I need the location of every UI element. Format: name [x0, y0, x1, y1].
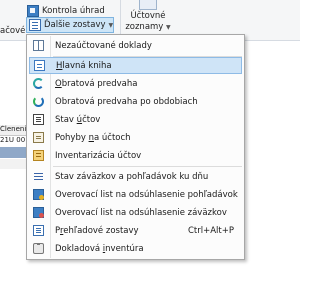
grid-header-cell: Členenie [0, 125, 28, 136]
uctovne-zoznamy-line2: zoznamy [125, 22, 164, 32]
kontrola-uhrad-button[interactable]: Kontrola úhrad [27, 3, 117, 18]
turnover-period-icon [33, 96, 44, 107]
menu-item-shortcut: Ctrl+Alt+P [187, 225, 234, 236]
menu-item-label: Stav záväzkov a pohľadávok ku dňu [55, 171, 209, 182]
menu-item-dokladova-inventura[interactable]: Dokladová inventúra [29, 240, 242, 257]
menu-item-label: Obratová predvaha [55, 78, 138, 89]
document-icon [33, 132, 44, 143]
menu-item-label: Nezaúčtované doklady [55, 40, 152, 51]
kontrola-uhrad-label: Kontrola úhrad [42, 5, 105, 16]
menu-item-obratova-predvaha[interactable]: Obratová predvaha [29, 75, 242, 92]
account-lists-icon [139, 0, 157, 10]
book-icon [33, 40, 44, 51]
ledger-icon [33, 114, 44, 125]
payment-check-icon [27, 4, 39, 17]
dalsie-zostavy-menu: Nezaúčtované doklady Hlavná kniha Obrato… [26, 34, 245, 260]
grid-row[interactable] [0, 159, 28, 169]
menu-item-stav-zavazkov-a-pohladavok[interactable]: Stav záväzkov a pohľadávok ku dňu [29, 168, 242, 185]
menu-item-label: Stav účtov [55, 114, 101, 125]
menu-item-pohyby-na-uctoch[interactable]: Pohyby na účtoch [29, 129, 242, 146]
menu-item-label: Inventarizácia účtov [55, 150, 142, 161]
menu-item-label: Obratová predvaha po obdobiach [55, 96, 198, 107]
menu-item-prehladove-zostavy[interactable]: Prehľadové zostavy Ctrl+Alt+P [29, 222, 242, 239]
reports-icon [29, 19, 41, 31]
menu-item-stav-uctov[interactable]: Stav účtov [29, 111, 242, 128]
inventory-icon [33, 150, 44, 161]
dalsie-zostavy-button[interactable]: Ďalšie zostavy ▼ [26, 17, 114, 33]
uctovne-zoznamy-line1: Účtovné [130, 11, 166, 21]
balance-lines-icon [33, 171, 44, 182]
dalsie-zostavy-label: Ďalšie zostavy [44, 20, 106, 30]
chevron-down-icon: ▼ [166, 24, 171, 31]
menu-item-label: Pohyby na účtoch [55, 132, 131, 143]
grid-row-selected[interactable] [0, 147, 28, 158]
menu-item-obratova-predvaha-po-obdobiach[interactable]: Obratová predvaha po obdobiach [29, 93, 242, 110]
partial-ribbon-label: ačové [0, 26, 26, 36]
background-grid: Členenie 21U 00 [0, 125, 28, 185]
notebook-icon [34, 60, 45, 71]
clipboard-icon [33, 243, 44, 254]
menu-item-overovaci-list-zavazkov[interactable]: Overovací list na odsúhlasenie záväzkov [29, 204, 242, 221]
verify-receivables-icon [33, 189, 44, 200]
menu-item-label: Overovací list na odsúhlasenie pohľadávo… [55, 189, 238, 200]
menu-item-label: Dokladová inventúra [55, 243, 144, 254]
uctovne-zoznamy-button[interactable]: Účtovné zoznamy ▼ [122, 0, 174, 38]
menu-item-label: Prehľadové zostavy [55, 225, 139, 236]
verify-payables-icon [33, 207, 44, 218]
menu-item-hlavna-kniha[interactable]: Hlavná kniha [29, 57, 242, 74]
menu-item-inventarizacia-uctov[interactable]: Inventarizácia účtov [29, 147, 242, 164]
overview-icon [33, 225, 44, 236]
menu-item-label: Hlavná kniha [56, 60, 112, 71]
menu-item-overovaci-list-pohladavok[interactable]: Overovací list na odsúhlasenie pohľadávo… [29, 186, 242, 203]
menu-item-nezauctovane-doklady[interactable]: Nezaúčtované doklady [29, 37, 242, 54]
grid-row[interactable]: 21U 00 [0, 136, 28, 146]
chevron-down-icon: ▼ [108, 21, 114, 29]
turnover-icon [33, 78, 44, 89]
menu-separator [53, 166, 242, 167]
menu-item-label: Overovací list na odsúhlasenie záväzkov [55, 207, 227, 218]
